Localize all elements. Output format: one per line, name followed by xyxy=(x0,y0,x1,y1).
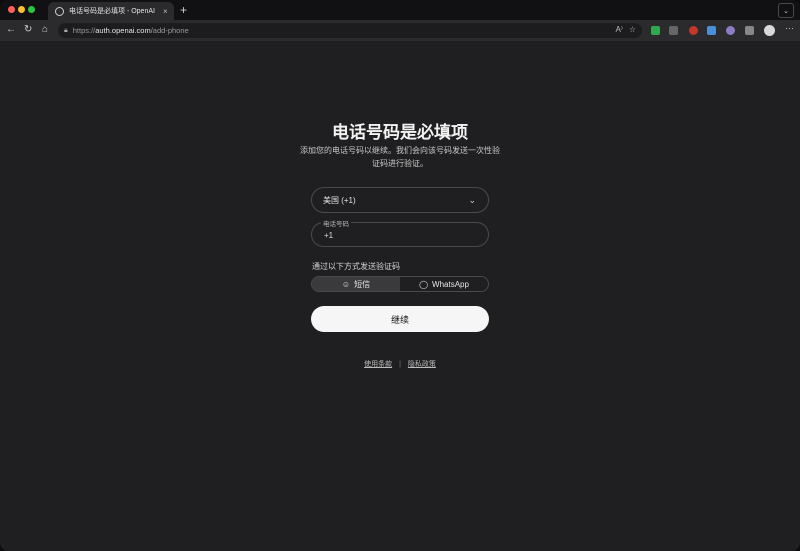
footer-divider: | xyxy=(399,361,401,368)
reload-icon[interactable]: ↻ xyxy=(24,24,32,35)
whatsapp-icon: ◯ xyxy=(419,279,429,289)
method-option-label: WhatsApp xyxy=(432,279,469,289)
lock-icon: 🔒︎ xyxy=(64,26,68,34)
window-extension-icon[interactable] xyxy=(707,26,716,35)
page-subtitle: 添加您的电话号码以继续。我们会向该号码发送一次性验证码进行验证。 xyxy=(300,146,500,168)
back-arrow-icon[interactable]: ← xyxy=(6,24,16,35)
favorite-star-icon[interactable]: ☆ xyxy=(629,25,636,34)
verification-method-label: 通过以下方式发送验证码 xyxy=(312,262,400,271)
extensions-puzzle-icon[interactable] xyxy=(745,26,754,35)
terms-link[interactable]: 使用条款 xyxy=(364,361,392,368)
phone-number-field[interactable]: 电话号码 +1 xyxy=(311,218,489,247)
read-aloud-icon[interactable]: A⁾ xyxy=(616,25,623,34)
method-option-whatsapp[interactable]: ◯ WhatsApp xyxy=(400,277,488,291)
minimize-window-button[interactable] xyxy=(18,6,25,13)
more-menu-button[interactable]: ··· xyxy=(785,23,794,33)
country-select-value: 美国 (+1) xyxy=(323,195,356,205)
tab-active[interactable]: 电话号码是必填项 - OpenAI × xyxy=(48,2,174,20)
footer-links: 使用条款 | 隐私政策 xyxy=(2,359,798,369)
browser-toolbar: ← ↻ ⌂ 🔒︎ https://auth.openai.com/add-pho… xyxy=(0,20,800,41)
chevron-down-icon: ⌄ xyxy=(468,195,476,205)
method-option-sms[interactable]: ☺︎ 短信 xyxy=(312,277,400,291)
close-window-button[interactable] xyxy=(8,6,15,13)
profile-avatar[interactable] xyxy=(764,25,775,36)
avatar-extension-icon[interactable] xyxy=(689,26,698,35)
continue-button[interactable]: 继续 xyxy=(311,306,489,332)
url-text: https://auth.openai.com/add-phone xyxy=(72,26,189,35)
method-option-label: 短信 xyxy=(354,279,371,289)
phone-field-label: 电话号码 xyxy=(321,218,351,228)
new-tab-button[interactable]: + xyxy=(180,3,187,17)
home-icon[interactable]: ⌂ xyxy=(42,24,48,35)
tab-strip: 电话号码是必填项 - OpenAI × + ⌄ xyxy=(0,0,800,20)
page-title: 电话号码是必填项 xyxy=(332,123,468,142)
verification-method-toggle: ☺︎ 短信 ◯ WhatsApp xyxy=(311,276,489,292)
tab-menu-button[interactable]: ⌄ xyxy=(778,3,794,18)
tab-title: 电话号码是必填项 - OpenAI xyxy=(69,8,155,15)
gamepad-extension-icon[interactable] xyxy=(669,26,678,35)
page-content: 电话号码是必填项 添加您的电话号码以继续。我们会向该号码发送一次性验证码进行验证… xyxy=(2,41,798,549)
address-bar[interactable]: 🔒︎ https://auth.openai.com/add-phone A⁾ … xyxy=(58,23,642,38)
privacy-link[interactable]: 隐私政策 xyxy=(408,361,436,368)
phone-field-value: +1 xyxy=(324,231,334,240)
chat-bubble-icon: ☺︎ xyxy=(341,279,351,289)
country-select[interactable]: 美国 (+1) ⌄ xyxy=(311,187,489,213)
openai-favicon-icon xyxy=(55,6,64,16)
tab-close-button[interactable]: × xyxy=(163,7,168,16)
maximize-window-button[interactable] xyxy=(28,6,35,13)
browser-extension-icon[interactable] xyxy=(726,26,735,35)
shield-extension-icon[interactable] xyxy=(651,26,660,35)
browser-window: 电话号码是必填项 - OpenAI × + ⌄ ← ↻ ⌂ 🔒︎ https:/… xyxy=(0,0,800,551)
